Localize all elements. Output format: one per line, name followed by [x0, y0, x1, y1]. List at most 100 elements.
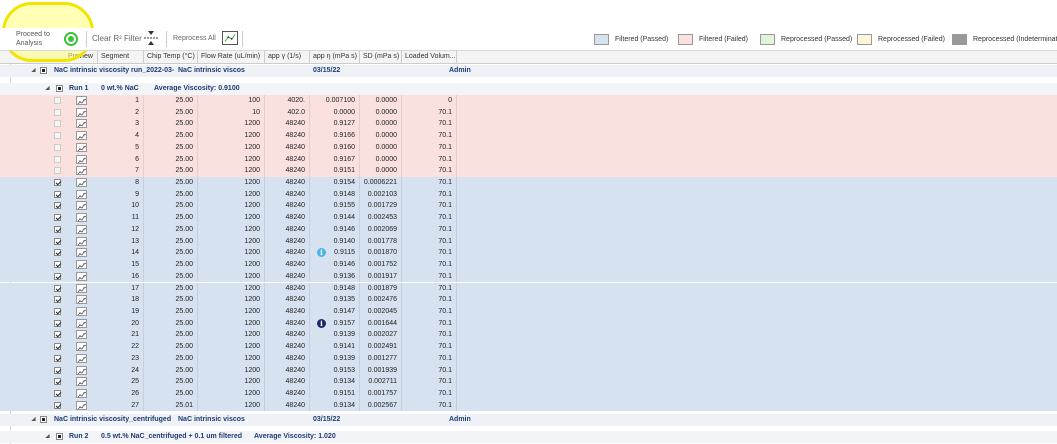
- row-checkbox[interactable]: [54, 390, 61, 397]
- table-row[interactable]: 27 25.01 1200 48240 0.9134 0.002567 70.1: [0, 399, 1057, 412]
- table-row[interactable]: 13 25.00 1200 48240 0.9140 0.001778 70.1: [0, 235, 1057, 248]
- preview-chart-icon[interactable]: [76, 201, 87, 211]
- expand-arrow-icon[interactable]: [45, 433, 52, 441]
- column-header[interactable]: Flow Rate (uL/min): [198, 51, 265, 63]
- info-icon[interactable]: i: [317, 318, 326, 328]
- table-row[interactable]: 19 25.00 1200 48240 0.9147 0.002045 70.1: [0, 305, 1057, 318]
- preview-chart-icon[interactable]: [76, 178, 87, 188]
- preview-chart-icon[interactable]: [76, 189, 87, 199]
- row-checkbox[interactable]: [54, 120, 61, 128]
- run-checkbox[interactable]: [56, 433, 63, 440]
- column-header[interactable]: app η (mPa s): [310, 51, 360, 63]
- table-row[interactable]: 15 25.00 1200 48240 0.9146 0.001752 70.1: [0, 259, 1057, 271]
- row-checkbox[interactable]: [54, 108, 61, 116]
- column-header[interactable]: Loaded Volum...: [402, 51, 457, 63]
- preview-chart-icon[interactable]: [76, 271, 87, 281]
- preview-chart-icon[interactable]: [76, 353, 87, 363]
- row-checkbox[interactable]: [54, 272, 61, 280]
- row-checkbox[interactable]: [54, 366, 61, 374]
- row-checkbox[interactable]: [54, 319, 61, 327]
- table-row[interactable]: 1 25.00 100 4020. 0.007100 0.0000 0: [0, 95, 1057, 107]
- proceed-to-analysis-label[interactable]: Proceed to Analysis: [16, 30, 60, 48]
- preview-chart-icon[interactable]: [76, 142, 87, 152]
- preview-chart-icon[interactable]: [76, 248, 87, 258]
- table-row[interactable]: 18 25.00 1200 48240 0.9135 0.002476 70.1: [0, 294, 1057, 306]
- table-row[interactable]: 14 25.00 1200 48240 0.9115 0.001870 70.1 i: [0, 247, 1057, 260]
- preview-chart-icon[interactable]: [76, 365, 87, 375]
- run-checkbox[interactable]: [56, 85, 63, 92]
- group-row[interactable]: NaC intrinsic viscosity run_2022-03- NaC…: [0, 65, 1057, 77]
- table-row[interactable]: 2 25.00 10 402.0 0.0000 0.0000 70.1: [0, 106, 1057, 119]
- row-checkbox[interactable]: [54, 378, 61, 386]
- row-checkbox[interactable]: [54, 296, 61, 304]
- preview-chart-icon[interactable]: [76, 213, 87, 223]
- table-row[interactable]: 9 25.00 1200 48240 0.9148 0.002103 70.1: [0, 188, 1057, 201]
- row-checkbox[interactable]: [54, 202, 61, 210]
- preview-chart-icon[interactable]: [76, 377, 87, 387]
- preview-chart-icon[interactable]: [76, 389, 87, 398]
- proceed-arrow-icon[interactable]: [64, 32, 78, 46]
- preview-chart-icon[interactable]: [76, 318, 87, 328]
- chart-icon[interactable]: [222, 31, 238, 45]
- row-checkbox[interactable]: [54, 237, 61, 245]
- preview-chart-icon[interactable]: [76, 166, 87, 176]
- column-header[interactable]: Preview: [65, 51, 98, 63]
- row-checkbox[interactable]: [54, 143, 61, 151]
- collapse-arrow-icon[interactable]: [31, 416, 38, 424]
- column-header[interactable]: app γ (1/s): [265, 51, 310, 63]
- table-row[interactable]: 12 25.00 1200 48240 0.9146 0.002069 70.1: [0, 223, 1057, 236]
- table-row[interactable]: 5 25.00 1200 48240 0.9160 0.0000 70.1: [0, 141, 1057, 154]
- run-row[interactable]: Run 2 0.5 wt.% NaC_centrifuged + 0.1 um …: [0, 431, 1057, 443]
- table-row[interactable]: 25 25.00 1200 48240 0.9134 0.002711 70.1: [0, 376, 1057, 388]
- row-checkbox[interactable]: [54, 343, 61, 351]
- preview-chart-icon[interactable]: [76, 107, 87, 117]
- preview-chart-icon[interactable]: [76, 236, 87, 246]
- column-header[interactable]: Chip Temp (°C): [144, 51, 198, 63]
- table-row[interactable]: 10 25.00 1200 48240 0.9155 0.001729 70.1: [0, 200, 1057, 213]
- row-checkbox[interactable]: [54, 132, 61, 140]
- table-row[interactable]: 16 25.00 1200 48240 0.9136 0.001917 70.1: [0, 270, 1057, 283]
- preview-chart-icon[interactable]: [76, 224, 87, 234]
- group-checkbox[interactable]: [40, 416, 47, 423]
- preview-chart-icon[interactable]: [76, 119, 87, 129]
- run-row[interactable]: Run 1 0 wt.% NaC Average Viscosity: 0.91…: [0, 83, 1057, 95]
- preview-chart-icon[interactable]: [76, 306, 87, 316]
- row-checkbox[interactable]: [54, 284, 61, 292]
- table-row[interactable]: 8 25.00 1200 48240 0.9154 0.0006221 70.1: [0, 177, 1057, 189]
- row-checkbox[interactable]: [54, 354, 61, 362]
- table-row[interactable]: 6 25.00 1200 48240 0.9167 0.0000 70.1: [0, 153, 1057, 166]
- table-row[interactable]: 11 25.00 1200 48240 0.9144 0.002453 70.1: [0, 212, 1057, 224]
- row-checkbox[interactable]: [54, 97, 61, 104]
- row-checkbox[interactable]: [54, 179, 61, 187]
- row-checkbox[interactable]: [54, 331, 61, 339]
- preview-chart-icon[interactable]: [76, 131, 87, 141]
- clear-filter-button[interactable]: Clear R² Filter: [92, 34, 142, 43]
- preview-chart-icon[interactable]: [76, 295, 87, 305]
- preview-chart-icon[interactable]: [76, 154, 87, 164]
- table-row[interactable]: 7 25.00 1200 48240 0.9151 0.0000 70.1: [0, 165, 1057, 177]
- row-checkbox[interactable]: [54, 401, 61, 409]
- preview-chart-icon[interactable]: [76, 283, 87, 293]
- row-checkbox[interactable]: [54, 261, 61, 269]
- row-checkbox[interactable]: [54, 167, 61, 175]
- preview-chart-icon[interactable]: [76, 96, 87, 105]
- table-row[interactable]: 23 25.00 1200 48240 0.9139 0.001277 70.1: [0, 352, 1057, 365]
- row-checkbox[interactable]: [54, 155, 61, 163]
- collapse-arrow-icon[interactable]: [45, 85, 52, 93]
- table-row[interactable]: 4 25.00 1200 48240 0.9166 0.0000 70.1: [0, 130, 1057, 142]
- row-checkbox[interactable]: [54, 190, 61, 198]
- preview-chart-icon[interactable]: [76, 400, 87, 410]
- row-checkbox[interactable]: [54, 307, 61, 315]
- reprocess-all-button[interactable]: Reprocess All: [173, 35, 216, 42]
- row-checkbox[interactable]: [54, 225, 61, 233]
- filter-line-icon[interactable]: [144, 30, 158, 46]
- row-checkbox[interactable]: [54, 249, 61, 257]
- table-row[interactable]: 3 25.00 1200 48240 0.9127 0.0000 70.1: [0, 118, 1057, 131]
- column-header[interactable]: SD (mPa s): [360, 51, 402, 63]
- group-row[interactable]: NaC intrinsic viscosity_centrifuged NaC …: [0, 414, 1057, 426]
- table-row[interactable]: 22 25.00 1200 48240 0.9141 0.002491 70.1: [0, 341, 1057, 353]
- column-header[interactable]: Segment: [98, 51, 144, 63]
- group-checkbox[interactable]: [40, 67, 47, 74]
- preview-chart-icon[interactable]: [76, 342, 87, 352]
- table-row[interactable]: 17 25.00 1200 48240 0.9148 0.001879 70.1: [0, 282, 1057, 295]
